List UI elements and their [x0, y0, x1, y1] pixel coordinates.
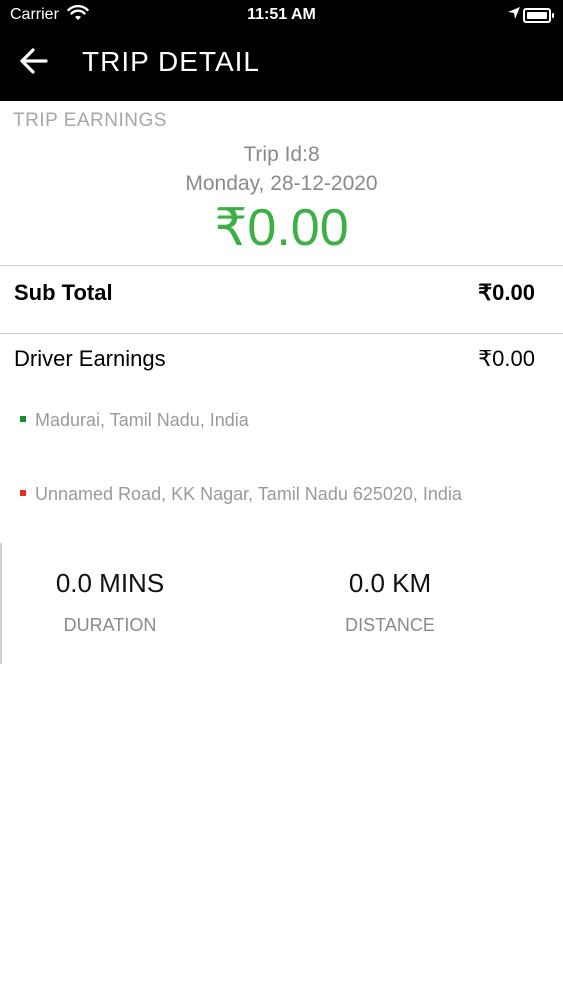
clock-time: 11:51 AM	[247, 6, 316, 23]
trip-amount: ₹0.00	[214, 199, 349, 257]
divider	[0, 333, 563, 334]
drop-dot-icon	[20, 490, 26, 497]
location-arrow-icon	[507, 6, 521, 25]
duration-value: 0.0 MINS	[55, 568, 165, 598]
top-nav-bar: TRIP DETAIL	[0, 30, 563, 101]
driver-earnings-label: Driver Earnings	[14, 346, 166, 371]
pickup-location: Madurai, Tamil Nadu, India	[20, 410, 249, 431]
sub-total-label: Sub Total	[14, 280, 113, 305]
status-bar: Carrier 11:51 AM	[0, 0, 563, 30]
drop-address: Unnamed Road, KK Nagar, Tamil Nadu 62502…	[35, 484, 462, 504]
page-title: TRIP DETAIL	[82, 46, 261, 77]
battery-icon	[523, 8, 554, 23]
driver-earnings-value: ₹0.00	[478, 346, 535, 371]
distance-label: DISTANCE	[345, 615, 435, 635]
duration-label: DURATION	[63, 615, 157, 635]
drop-location: Unnamed Road, KK Nagar, Tamil Nadu 62502…	[20, 484, 462, 505]
trip-id: Trip Id:8	[243, 143, 320, 166]
stats-left-border	[0, 543, 2, 664]
back-arrow-icon[interactable]	[18, 45, 58, 85]
pickup-address: Madurai, Tamil Nadu, India	[35, 410, 249, 430]
trip-date: Monday, 28-12-2020	[185, 172, 378, 195]
divider	[0, 265, 563, 266]
distance-value: 0.0 KM	[348, 568, 432, 598]
trip-earnings-label: TRIP EARNINGS	[13, 110, 167, 131]
pickup-dot-icon	[20, 416, 26, 423]
sub-total-value: ₹0.00	[478, 280, 535, 305]
